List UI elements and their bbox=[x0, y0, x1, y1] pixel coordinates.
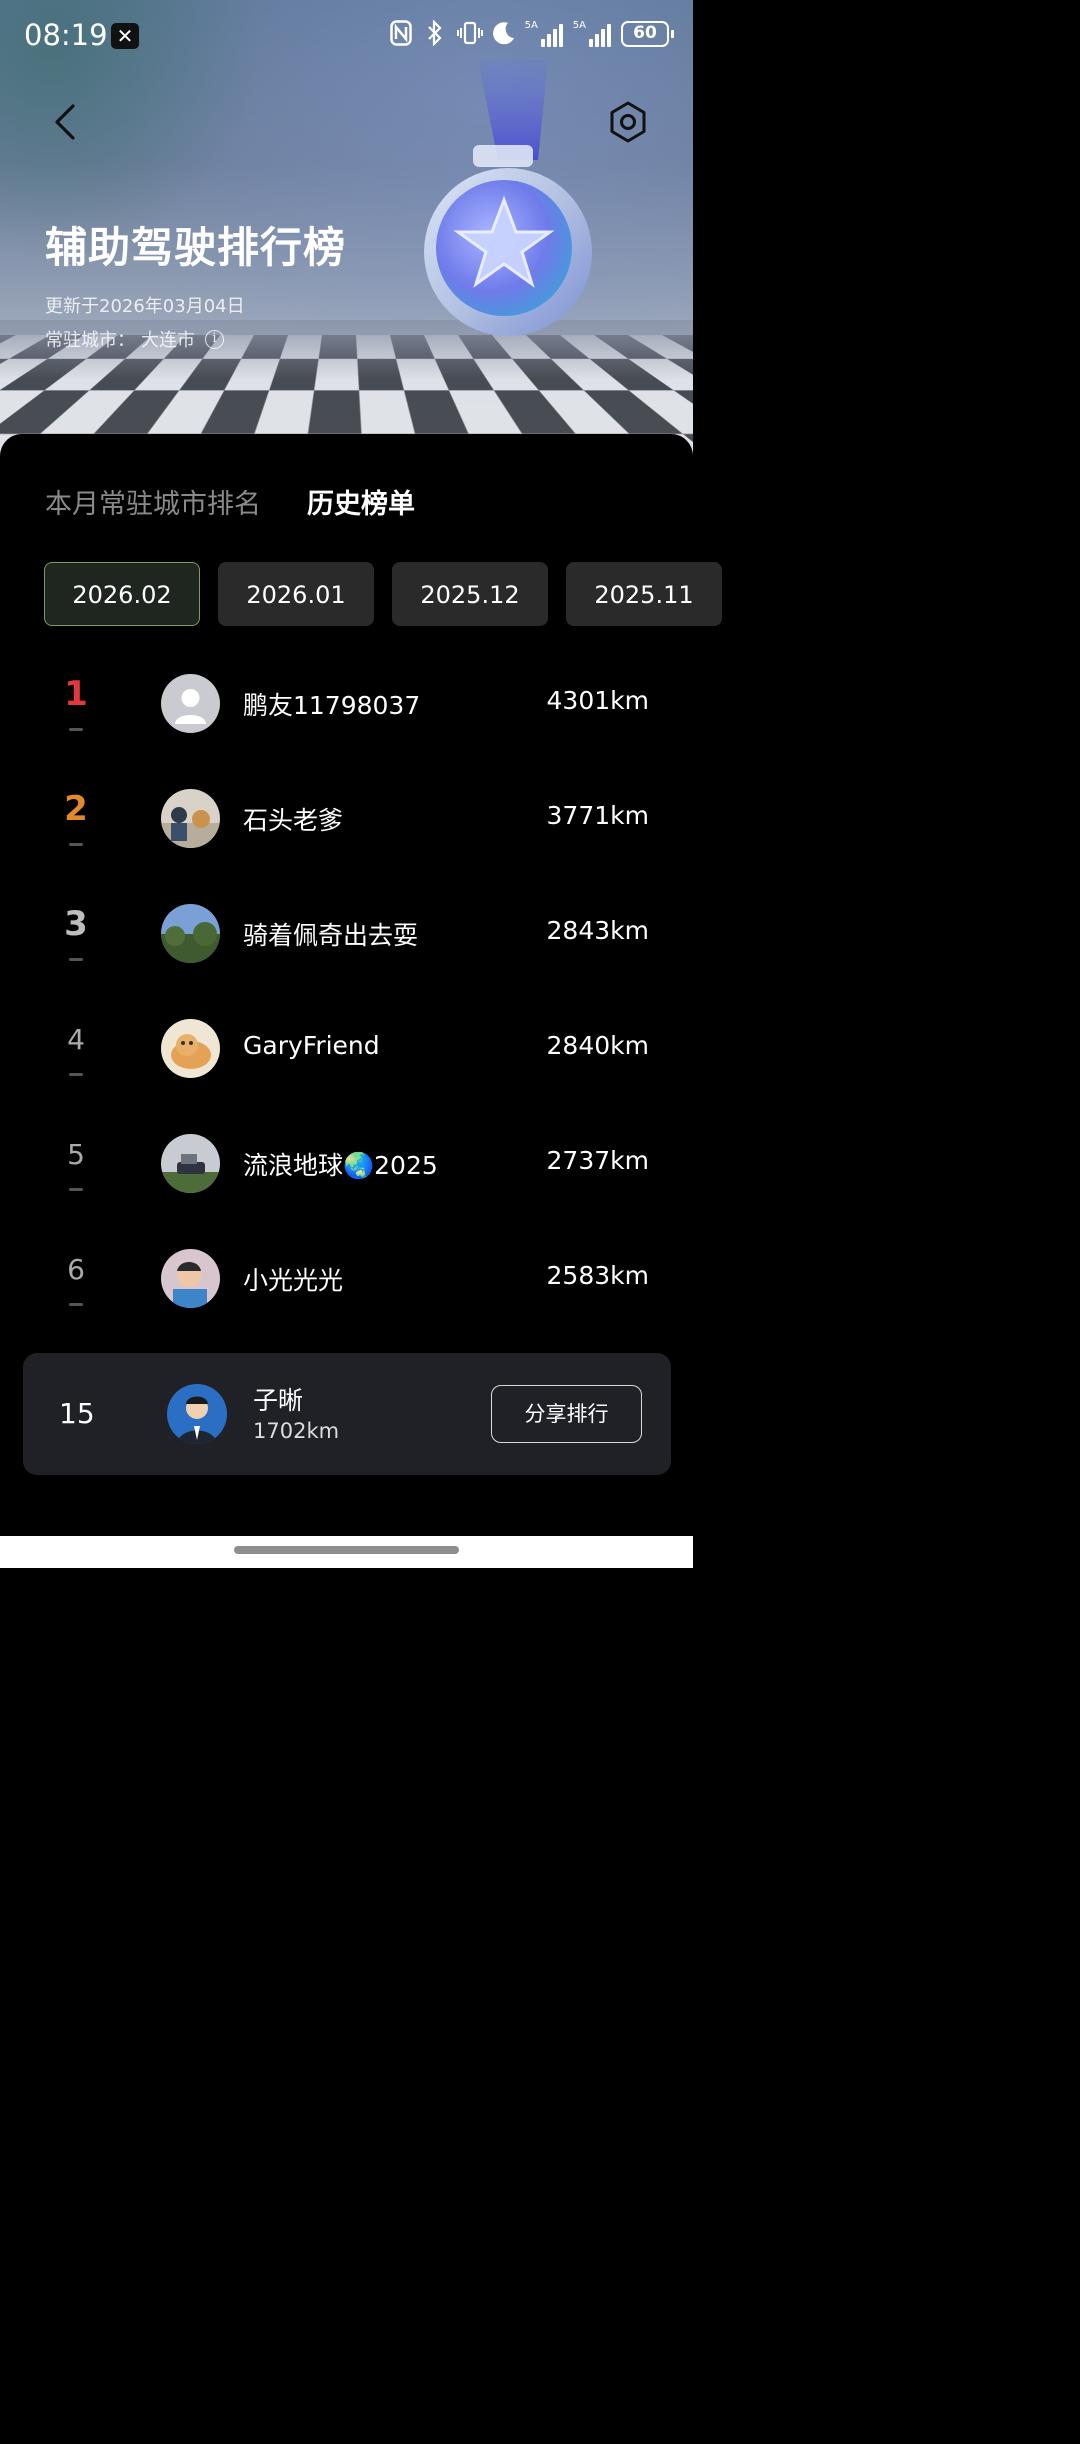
ranking-row[interactable]: 4 GaryFriend 2840km bbox=[0, 983, 693, 1098]
share-ranking-button[interactable]: 分享排行 bbox=[491, 1385, 642, 1443]
city-label: 常驻城市： bbox=[45, 330, 135, 351]
user-name: 小光光光 bbox=[243, 1266, 344, 1295]
period-chip[interactable]: 2026.01 bbox=[218, 562, 374, 626]
page-title: 辅助驾驶排行榜 bbox=[45, 223, 347, 272]
city-value: 大连市 bbox=[141, 330, 195, 351]
status-bar: 08:19 ✕ 5A 5A 60 bbox=[0, 0, 693, 72]
moon-icon bbox=[491, 20, 515, 48]
my-rank-bar: 15 子晰 1702km 分享排行 bbox=[23, 1353, 671, 1475]
rank-number: 5 bbox=[67, 1138, 85, 1171]
status-time: 08:19 bbox=[24, 18, 108, 52]
my-distance-km: 1702km bbox=[253, 1419, 340, 1443]
period-selector: 2026.02 2026.01 2025.12 2025.11 bbox=[44, 562, 722, 626]
distance-km: 2737km bbox=[546, 1146, 649, 1175]
back-button[interactable] bbox=[46, 100, 86, 144]
avatar[interactable] bbox=[161, 1134, 220, 1193]
user-name: 石头老爹 bbox=[243, 806, 344, 835]
ranking-row[interactable]: 6 小光光光 2583km bbox=[0, 1213, 693, 1328]
user-name: 鹏友11798037 bbox=[243, 691, 421, 720]
avatar[interactable] bbox=[161, 904, 220, 963]
tab-monthly-city-ranking[interactable]: 本月常驻城市排名 bbox=[45, 482, 261, 521]
ranking-row[interactable]: 2 石头老爹 3771km bbox=[0, 753, 693, 868]
ranking-row[interactable]: 5 流浪地球🌏2025 2737km bbox=[0, 1098, 693, 1213]
ranking-row[interactable]: 3 骑着佩奇出去耍 2843km bbox=[0, 868, 693, 983]
update-date: 更新于2026年03月04日 bbox=[45, 296, 245, 317]
rank-number: 6 bbox=[67, 1253, 85, 1286]
user-name: 流浪地球🌏2025 bbox=[243, 1151, 438, 1180]
app-x-icon: ✕ bbox=[111, 23, 139, 49]
ranking-row[interactable]: 1 鹏友11798037 4301km bbox=[0, 638, 693, 753]
rank-number: 3 bbox=[64, 904, 88, 944]
avatar[interactable] bbox=[161, 1249, 220, 1308]
home-indicator[interactable] bbox=[234, 1546, 459, 1554]
period-chip[interactable]: 2025.11 bbox=[566, 562, 722, 626]
distance-km: 2840km bbox=[546, 1031, 649, 1060]
battery-icon: 60 bbox=[621, 21, 674, 47]
bluetooth-icon bbox=[423, 19, 447, 48]
ranking-list: 1 鹏友11798037 4301km 2 石头老爹 3771km 3 骑着佩奇… bbox=[0, 638, 693, 1328]
rank-number: 2 bbox=[64, 789, 88, 829]
avatar[interactable] bbox=[161, 674, 220, 733]
nfc-icon bbox=[389, 20, 413, 48]
info-icon[interactable]: i bbox=[205, 329, 224, 349]
period-chip[interactable]: 2025.12 bbox=[392, 562, 548, 626]
distance-km: 2843km bbox=[546, 916, 649, 945]
user-name: 骑着佩奇出去耍 bbox=[243, 921, 419, 950]
avatar[interactable] bbox=[161, 789, 220, 848]
my-rank-number: 15 bbox=[59, 1397, 95, 1430]
my-avatar[interactable] bbox=[167, 1384, 227, 1444]
distance-km: 3771km bbox=[546, 801, 649, 830]
tab-history-ranking[interactable]: 历史榜单 bbox=[307, 482, 415, 521]
chevron-left-icon bbox=[55, 104, 75, 140]
distance-km: 2583km bbox=[546, 1261, 649, 1290]
tabs: 本月常驻城市排名 历史榜单 bbox=[45, 482, 415, 521]
distance-km: 4301km bbox=[546, 686, 649, 715]
medal-illustration bbox=[424, 60, 592, 336]
rank-number: 4 bbox=[67, 1023, 85, 1056]
user-name: GaryFriend bbox=[243, 1031, 380, 1060]
settings-button[interactable] bbox=[604, 98, 652, 146]
resident-city: 常驻城市： 大连市 i bbox=[45, 326, 224, 352]
signal-strength-2-icon: 5A bbox=[573, 21, 611, 47]
period-chip[interactable]: 2026.02 bbox=[44, 562, 200, 626]
avatar[interactable] bbox=[161, 1019, 220, 1078]
signal-strength-1-icon: 5A bbox=[525, 21, 563, 47]
my-name: 子晰 bbox=[253, 1386, 304, 1415]
rank-number: 1 bbox=[64, 674, 88, 714]
hexagon-settings-icon bbox=[610, 101, 646, 143]
vibrate-icon bbox=[456, 20, 483, 48]
